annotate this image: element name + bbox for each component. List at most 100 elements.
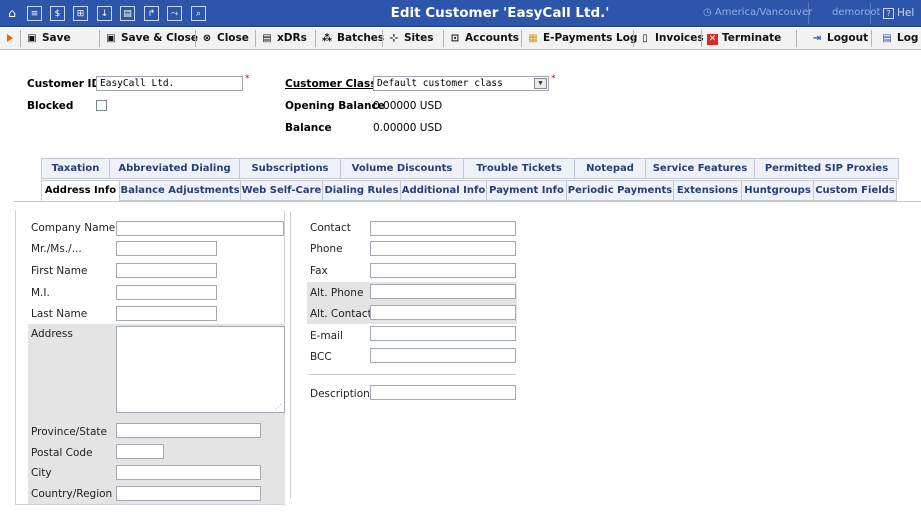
phone-label: Phone (310, 243, 343, 255)
alt-phone-label: Alt. Phone (310, 287, 364, 299)
tab-additional-info[interactable]: Additional Info (400, 180, 486, 201)
tab-volume-discounts[interactable]: Volume Discounts (340, 158, 463, 179)
tab-trouble-tickets[interactable]: Trouble Tickets (463, 158, 574, 179)
email-input[interactable] (370, 326, 516, 341)
city-input[interactable] (116, 465, 261, 480)
fax-label: Fax (310, 265, 328, 277)
province-state-input[interactable] (116, 423, 261, 438)
batches-button[interactable]: ⁂ Batches (321, 28, 384, 49)
tab-permitted-sip-proxies[interactable]: Permitted SIP Proxies (754, 158, 899, 179)
phone-input[interactable] (370, 241, 516, 256)
last-name-label: Last Name (31, 308, 88, 320)
alt-contact-label: Alt. Contact (310, 308, 372, 320)
floppy-close-icon: ▣ (106, 33, 116, 44)
close-button[interactable]: ⊗ Close (201, 28, 249, 49)
export-icon[interactable]: ↱ (144, 6, 159, 21)
sites-button[interactable]: ⊹ Sites (388, 28, 434, 49)
alt-phone-input[interactable] (370, 284, 516, 299)
search-icon[interactable]: ⌕ (191, 6, 206, 21)
mr-ms-input[interactable] (116, 241, 217, 256)
save-close-button[interactable]: ▣ Save & Close (105, 28, 198, 49)
mi-input[interactable] (116, 285, 217, 300)
dollar-icon[interactable]: $ (50, 6, 65, 21)
postal-code-label: Postal Code (31, 447, 93, 459)
timezone-link[interactable]: ◷ America/Vancouver (703, 7, 812, 18)
first-name-input[interactable] (116, 263, 217, 278)
description-input[interactable] (370, 385, 516, 400)
log-button[interactable]: ▤ Log (881, 28, 918, 49)
top-bar: ⌂ ≡ $ ⊞ ↓ ▤ ↱ ⤳ ⌕ Edit Customer 'EasyCal… (0, 0, 921, 27)
opening-balance-label: Opening Balance (285, 100, 385, 112)
tab-huntgroups[interactable]: Huntgroups (741, 180, 813, 201)
customer-id-input[interactable]: EasyCall Ltd. (96, 76, 243, 91)
mr-ms-label: Mr./Ms./... (31, 243, 82, 255)
tab-row-1: Taxation Abbreviated Dialing Subscriptio… (41, 158, 899, 179)
section-divider (309, 374, 516, 375)
bcc-input[interactable] (370, 348, 516, 363)
tab-subscriptions[interactable]: Subscriptions (239, 158, 340, 179)
tab-extensions[interactable]: Extensions (673, 180, 741, 201)
fax-input[interactable] (370, 263, 516, 278)
column-divider (290, 212, 291, 498)
contact-input[interactable] (370, 221, 516, 236)
postal-code-input[interactable] (116, 444, 164, 459)
customer-id-label: Customer ID (27, 78, 101, 90)
last-name-input[interactable] (116, 306, 217, 321)
country-region-label: Country/Region (31, 488, 113, 500)
clock-icon: ◷ (703, 7, 712, 18)
province-state-label: Province/State (31, 426, 108, 438)
alt-contact-input[interactable] (370, 305, 516, 320)
help-icon: ? (883, 8, 894, 19)
accounts-button[interactable]: ⊡ Accounts (449, 28, 519, 49)
tab-service-features[interactable]: Service Features (645, 158, 754, 179)
download-icon[interactable]: ↓ (97, 6, 112, 21)
xdrs-button[interactable]: ▤ xDRs (261, 28, 307, 49)
logout-button[interactable]: ⇥ Logout (811, 28, 868, 49)
xdrs-icon: ▤ (262, 33, 272, 44)
contact-label: Contact (310, 222, 351, 234)
grid-icon[interactable]: ⊞ (73, 6, 88, 21)
tab-custom-fields[interactable]: Custom Fields (813, 180, 897, 201)
epayments-log-button[interactable]: ▦ E-Payments Log (527, 28, 637, 49)
toolbar: ▣ Save ▣ Save & Close ⊗ Close ▤ xDRs ⁂ Batche… (0, 28, 921, 50)
required-marker: * (245, 74, 250, 84)
tab-web-self-care[interactable]: Web Self-Care (240, 180, 322, 201)
customer-class-link[interactable]: Customer Class (285, 78, 376, 90)
required-marker: * (551, 74, 556, 84)
help-link[interactable]: ? Hel (883, 7, 914, 19)
opening-balance-value: 0.00000 USD (373, 100, 443, 112)
tab-row-2: Address Info Balance Adjustments Web Sel… (41, 180, 897, 201)
mi-label: M.I. (31, 287, 50, 299)
list-icon[interactable]: ≡ (27, 6, 42, 21)
tab-dialing-rules[interactable]: Dialing Rules (322, 180, 400, 201)
resize-grip-icon: ⋰ (275, 403, 282, 411)
terminate-icon: ✕ (707, 34, 718, 45)
company-name-input[interactable] (116, 221, 284, 236)
blocked-checkbox[interactable] (96, 100, 107, 111)
home-icon[interactable]: ⌂ (4, 5, 20, 21)
company-name-label: Company Name (31, 222, 116, 234)
tab-taxation[interactable]: Taxation (41, 158, 109, 179)
accounts-icon: ⊡ (450, 33, 460, 44)
invoices-button[interactable]: ▯ Invoices (639, 28, 703, 49)
terminate-button[interactable]: ✕ Terminate (707, 28, 781, 49)
tab-address-info[interactable]: Address Info (41, 180, 119, 201)
country-region-input[interactable] (116, 486, 261, 501)
current-user-link[interactable]: demoroot (832, 7, 880, 18)
log-icon: ▤ (882, 33, 892, 44)
description-label: Description (310, 388, 370, 400)
tab-balance-adjustments[interactable]: Balance Adjustments (119, 180, 240, 201)
sites-icon: ⊹ (389, 33, 399, 44)
document-icon[interactable]: ▤ (120, 6, 135, 21)
floppy-icon: ▣ (27, 33, 37, 44)
bcc-label: BCC (310, 351, 332, 363)
tab-notepad[interactable]: Notepad (574, 158, 645, 179)
batches-icon: ⁂ (321, 33, 333, 44)
tab-periodic-payments[interactable]: Periodic Payments (566, 180, 673, 201)
address-textarea[interactable]: ⋰ (116, 326, 285, 413)
chart-icon[interactable]: ⤳ (167, 6, 182, 21)
save-button[interactable]: ▣ Save (26, 28, 70, 49)
customer-class-select[interactable]: Default customer class ▼ (373, 76, 549, 91)
tab-abbreviated-dialing[interactable]: Abbreviated Dialing (109, 158, 239, 179)
tab-payment-info[interactable]: Payment Info (486, 180, 566, 201)
